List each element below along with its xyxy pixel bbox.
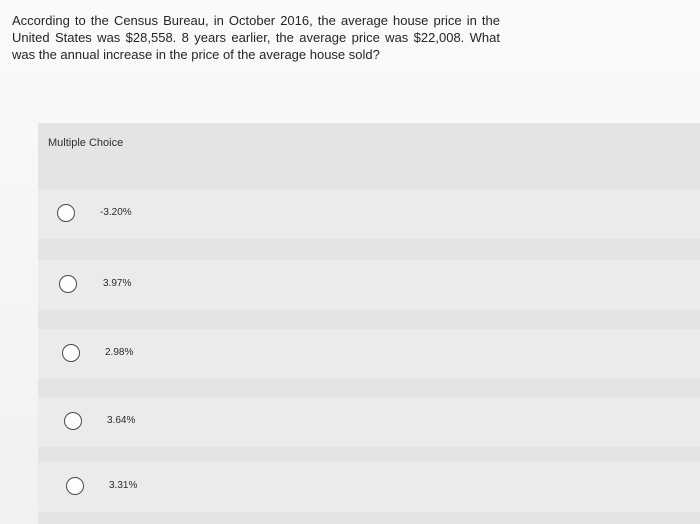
multiple-choice-heading: Multiple Choice [48,137,124,149]
choice-label: 3.31% [109,480,138,491]
radio-button-icon[interactable] [59,275,77,293]
choice-label: 3.97% [103,278,132,289]
choice-option-1[interactable]: -3.20% [38,189,700,239]
radio-button-icon[interactable] [62,344,80,362]
multiple-choice-panel: Multiple Choice -3.20% 3.97% 2.98% 3.64%… [38,123,700,524]
choice-option-5[interactable]: 3.31% [38,462,700,512]
choice-option-3[interactable]: 2.98% [38,329,700,379]
choice-label: -3.20% [100,207,132,218]
radio-button-icon[interactable] [64,412,82,430]
choice-option-4[interactable]: 3.64% [38,397,700,447]
radio-button-icon[interactable] [66,477,84,495]
choice-label: 2.98% [105,347,134,358]
choice-option-2[interactable]: 3.97% [38,260,700,310]
choice-label: 3.64% [107,415,136,426]
question-text: According to the Census Bureau, in Octob… [12,13,500,62]
radio-button-icon[interactable] [57,204,75,222]
